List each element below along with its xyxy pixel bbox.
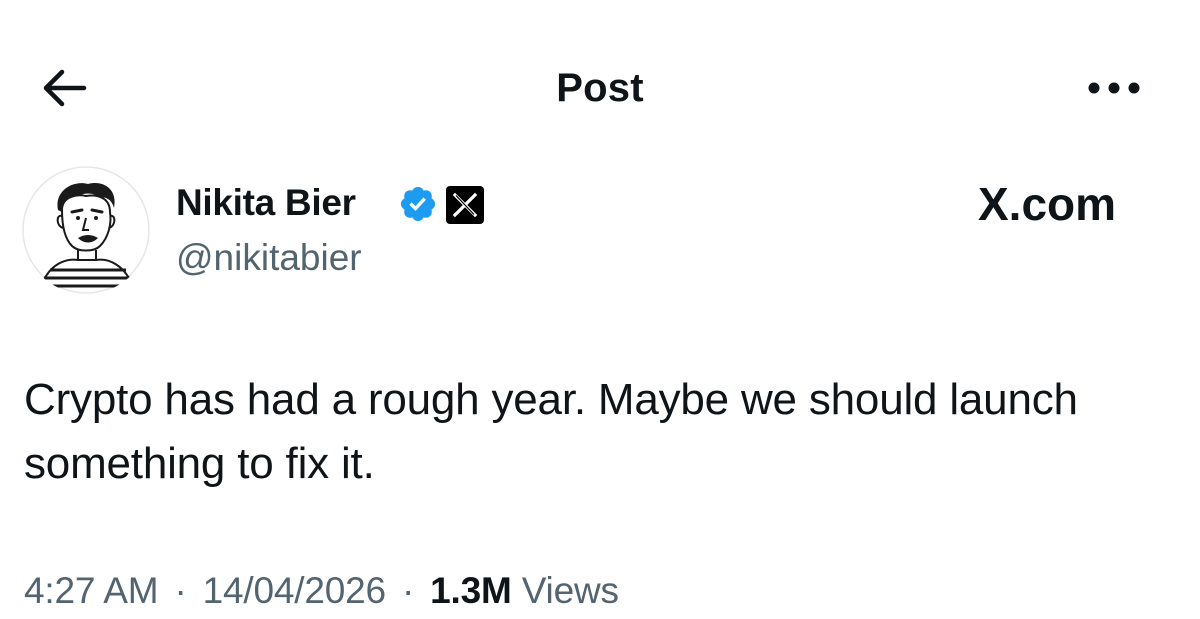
meta-separator: · xyxy=(401,570,415,611)
more-horizontal-icon xyxy=(1088,82,1140,94)
post-time[interactable]: 4:27 AM xyxy=(24,570,159,611)
views-count: 1.3M xyxy=(430,570,512,611)
meta-separator: · xyxy=(174,570,187,611)
post-date[interactable]: 14/04/2026 xyxy=(203,570,386,611)
post-text: Crypto has had a rough year. Maybe we sh… xyxy=(24,375,1078,488)
x-logo-icon xyxy=(446,186,484,224)
source-watermark: X.com xyxy=(978,178,1116,230)
author-handle[interactable]: @nikitabier xyxy=(176,234,362,282)
views-label: Views xyxy=(521,570,619,611)
author-name[interactable]: Nikita Bier xyxy=(176,178,356,228)
more-options-button[interactable] xyxy=(1084,66,1144,110)
post-meta: 4:27 AM · 14/04/2026 · 1.3M Views xyxy=(24,566,619,616)
avatar-illustration xyxy=(22,166,150,294)
avatar[interactable] xyxy=(22,166,150,294)
svg-text:X.com: X.com xyxy=(978,178,1116,230)
verified-badge-icon xyxy=(400,186,436,222)
top-bar: Post xyxy=(0,0,1200,160)
page-title: Post xyxy=(556,66,644,110)
